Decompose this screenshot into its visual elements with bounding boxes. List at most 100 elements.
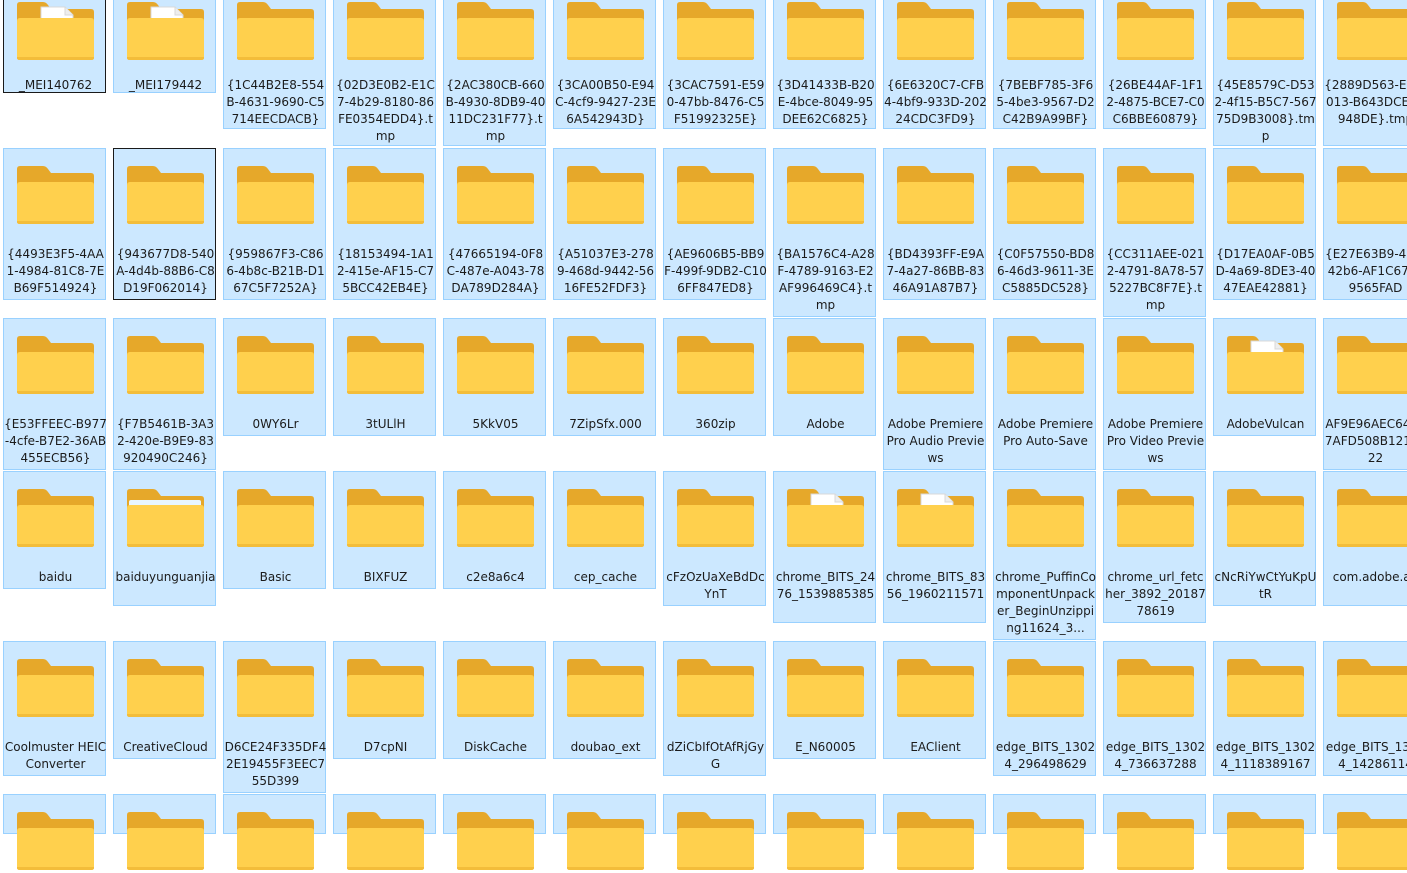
folder-item[interactable]: {26BE44AF-1F12-4875-BCE7-C0C6BBE60879}: [1103, 0, 1206, 129]
folder-item[interactable]: E_N60005: [773, 641, 876, 759]
folder-icon: [233, 656, 317, 720]
folder-item[interactable]: edge_BITS_13024_1118389167: [1213, 641, 1316, 776]
folder-item[interactable]: baidu: [3, 471, 106, 589]
folder-item[interactable]: [223, 794, 326, 870]
folder-icon: [1003, 0, 1087, 63]
folder-item[interactable]: _MEI179442: [113, 0, 216, 93]
folder-icon: [233, 163, 317, 227]
folder-item[interactable]: 5KkV05: [443, 318, 546, 436]
folder-item[interactable]: {02D3E0B2-E1C7-4b29-8180-86FE0354EDD4}.t…: [333, 0, 436, 146]
folder-item[interactable]: {CC311AEE-0212-4791-8A78-575227BC8F7E}.t…: [1103, 148, 1206, 317]
folder-item[interactable]: {E27E63B9-469-42b6-AF1C67F79565FAD: [1323, 148, 1407, 300]
folder-item[interactable]: cep_cache: [553, 471, 656, 589]
folder-item[interactable]: Coolmuster HEIC Converter: [3, 641, 106, 776]
folder-item[interactable]: DiskCache: [443, 641, 546, 759]
folder-name: 3tULlH: [365, 417, 406, 431]
folder-item[interactable]: doubao_ext: [553, 641, 656, 759]
folder-item[interactable]: _MEI140762: [3, 0, 106, 93]
folder-item[interactable]: EAClient: [883, 641, 986, 759]
folder-item[interactable]: Adobe Premiere Pro Auto-Save: [993, 318, 1096, 470]
folder-item[interactable]: {3CA00B50-E94C-4cf9-9427-23E6A542943D}: [553, 0, 656, 129]
folder-item[interactable]: [1323, 794, 1407, 870]
folder-item[interactable]: Adobe Premiere Pro Audio Previews: [883, 318, 986, 470]
folder-item[interactable]: 7ZipSfx.000: [553, 318, 656, 436]
folder-name: edge_BITS_13024_14286114: [1325, 740, 1407, 771]
folder-item[interactable]: {47665194-0F8C-487e-A043-78DA789D284A}: [443, 148, 546, 300]
folder-item[interactable]: [993, 794, 1096, 870]
folder-icon: [1333, 809, 1407, 873]
folder-item[interactable]: D7cpNI: [333, 641, 436, 759]
folder-icon: [1333, 486, 1407, 550]
folder-item[interactable]: chrome_PuffinComponentUnpacker_BeginUnzi…: [993, 471, 1096, 640]
folder-item[interactable]: cFzOzUaXeBdDcYnT: [663, 471, 766, 606]
folder-item[interactable]: {45E8579C-D532-4f15-B5C7-56775D9B3008}.t…: [1213, 0, 1317, 146]
folder-name: baiduyunguanjia: [115, 570, 216, 584]
folder-item[interactable]: {BA1576C4-A28F-4789-9163-E2AF996469C4}.t…: [773, 148, 876, 317]
folder-name: Basic: [259, 570, 292, 584]
folder-item[interactable]: [1103, 794, 1206, 870]
folder-item[interactable]: [333, 794, 436, 870]
folder-item[interactable]: {959867F3-C866-4b8c-B21B-D167C5F7252A}: [223, 148, 326, 300]
folder-item[interactable]: D6CE24F335DF42E19455F3EEC755D399: [223, 641, 326, 793]
folder-item[interactable]: baiduyunguanjia: [113, 471, 216, 606]
folder-item[interactable]: {F7B5461B-3A32-420e-B9E9-83920490C246}: [113, 318, 216, 470]
folder-item[interactable]: {D17EA0AF-0B5D-4a69-8DE3-4047EAE42881}: [1213, 148, 1316, 300]
folder-item[interactable]: AdobeVulcan: [1213, 318, 1316, 436]
folder-item[interactable]: {3CAC7591-E590-47bb-8476-C5F51992325E}: [663, 0, 766, 129]
folder-name: chrome_BITS_2476_1539885385: [775, 570, 876, 601]
folder-name: 5KkV05: [472, 417, 519, 431]
folder-item[interactable]: CreativeCloud: [113, 641, 216, 759]
folder-item[interactable]: {2889D563-EC-4013-B643DCE2B948DE}.tmp: [1323, 0, 1407, 146]
folder-item[interactable]: {E53FFEEC-B977-4cfe-B7E2-36AB455ECB56}: [3, 318, 107, 470]
folder-name: cFzOzUaXeBdDcYnT: [666, 570, 765, 601]
folder-item[interactable]: [773, 794, 876, 870]
folder-item[interactable]: {7BEBF785-3F65-4be3-9567-D2C42B9A99BF}: [993, 0, 1096, 129]
folder-item[interactable]: AF9E96AEC64677AFD508B1213722: [1323, 318, 1407, 470]
folder-item[interactable]: cNcRiYwCtYuKpUtR: [1213, 471, 1316, 606]
folder-item[interactable]: [553, 794, 656, 870]
folder-item[interactable]: edge_BITS_13024_296498629: [993, 641, 1096, 776]
folder-icon: [1333, 656, 1407, 720]
folder-item[interactable]: 360zip: [663, 318, 766, 436]
folder-item[interactable]: {6E6320C7-CFB4-4bf9-933D-20224CDC3FD9}: [883, 0, 987, 129]
folder-item[interactable]: {A51037E3-2789-468d-9442-5616FE52FDF3}: [553, 148, 656, 300]
folder-item[interactable]: Adobe Premiere Pro Video Previews: [1103, 318, 1206, 470]
folder-icon: [1113, 809, 1197, 873]
folder-item[interactable]: {C0F57550-BD86-46d3-9611-3EC5885DC528}: [993, 148, 1096, 300]
folder-name: edge_BITS_13024_1118389167: [1215, 740, 1316, 771]
folder-item[interactable]: c2e8a6c4: [443, 471, 546, 589]
folder-icon: [1003, 809, 1087, 873]
folder-icon: [673, 163, 757, 227]
folder-item[interactable]: BIXFUZ: [333, 471, 436, 589]
folder-item[interactable]: dZiCbIfOtAfRjGyG: [663, 641, 766, 776]
folder-item[interactable]: chrome_BITS_2476_1539885385: [773, 471, 876, 623]
folder-item[interactable]: com.adobe.ap: [1323, 471, 1407, 606]
folder-icon: [563, 333, 647, 397]
folder-item[interactable]: Basic: [223, 471, 326, 589]
folder-item[interactable]: {943677D8-540A-4d4b-88B6-C8D19F062014}: [113, 148, 216, 300]
folder-item[interactable]: {1C44B2E8-554B-4631-9690-C5714EECDACB}: [223, 0, 326, 129]
folder-item[interactable]: {18153494-1A12-415e-AF15-C75BCC42EB4E}: [333, 148, 436, 300]
folder-item[interactable]: {AE9606B5-BB9F-499f-9DB2-C106FF847ED8}: [663, 148, 767, 300]
folder-item[interactable]: [663, 794, 766, 870]
folder-item[interactable]: [443, 794, 546, 870]
folder-item[interactable]: edge_BITS_13024_14286114: [1323, 641, 1407, 776]
folder-icon: [563, 486, 647, 550]
folder-item[interactable]: 3tULlH: [333, 318, 436, 436]
folder-item[interactable]: [113, 794, 216, 870]
folder-item[interactable]: [883, 794, 986, 870]
folder-item[interactable]: {BD4393FF-E9A7-4a27-86BB-8346A91A87B7}: [883, 148, 986, 300]
folder-name: {47665194-0F8C-487e-A043-78DA789D284A}: [446, 247, 545, 295]
folder-icon: [453, 333, 537, 397]
folder-item[interactable]: [3, 794, 106, 870]
folder-item[interactable]: {4493E3F5-4AA1-4984-81C8-7EB69F514924}: [3, 148, 106, 300]
folder-item[interactable]: [1213, 794, 1316, 870]
folder-item[interactable]: chrome_BITS_8356_1960211571: [883, 471, 986, 623]
folder-item[interactable]: Adobe: [773, 318, 876, 436]
folder-item[interactable]: {2AC380CB-660B-4930-8DB9-4011DC231F77}.t…: [443, 0, 546, 146]
folder-item[interactable]: chrome_url_fetcher_3892_2018778619: [1103, 471, 1206, 623]
folder-item[interactable]: {3D41433B-B20E-4bce-8049-95DEE62C6825}: [773, 0, 876, 129]
folder-item[interactable]: edge_BITS_13024_736637288: [1103, 641, 1206, 776]
folder-item[interactable]: 0WY6Lr: [223, 318, 326, 436]
folder-icon: [233, 809, 317, 873]
